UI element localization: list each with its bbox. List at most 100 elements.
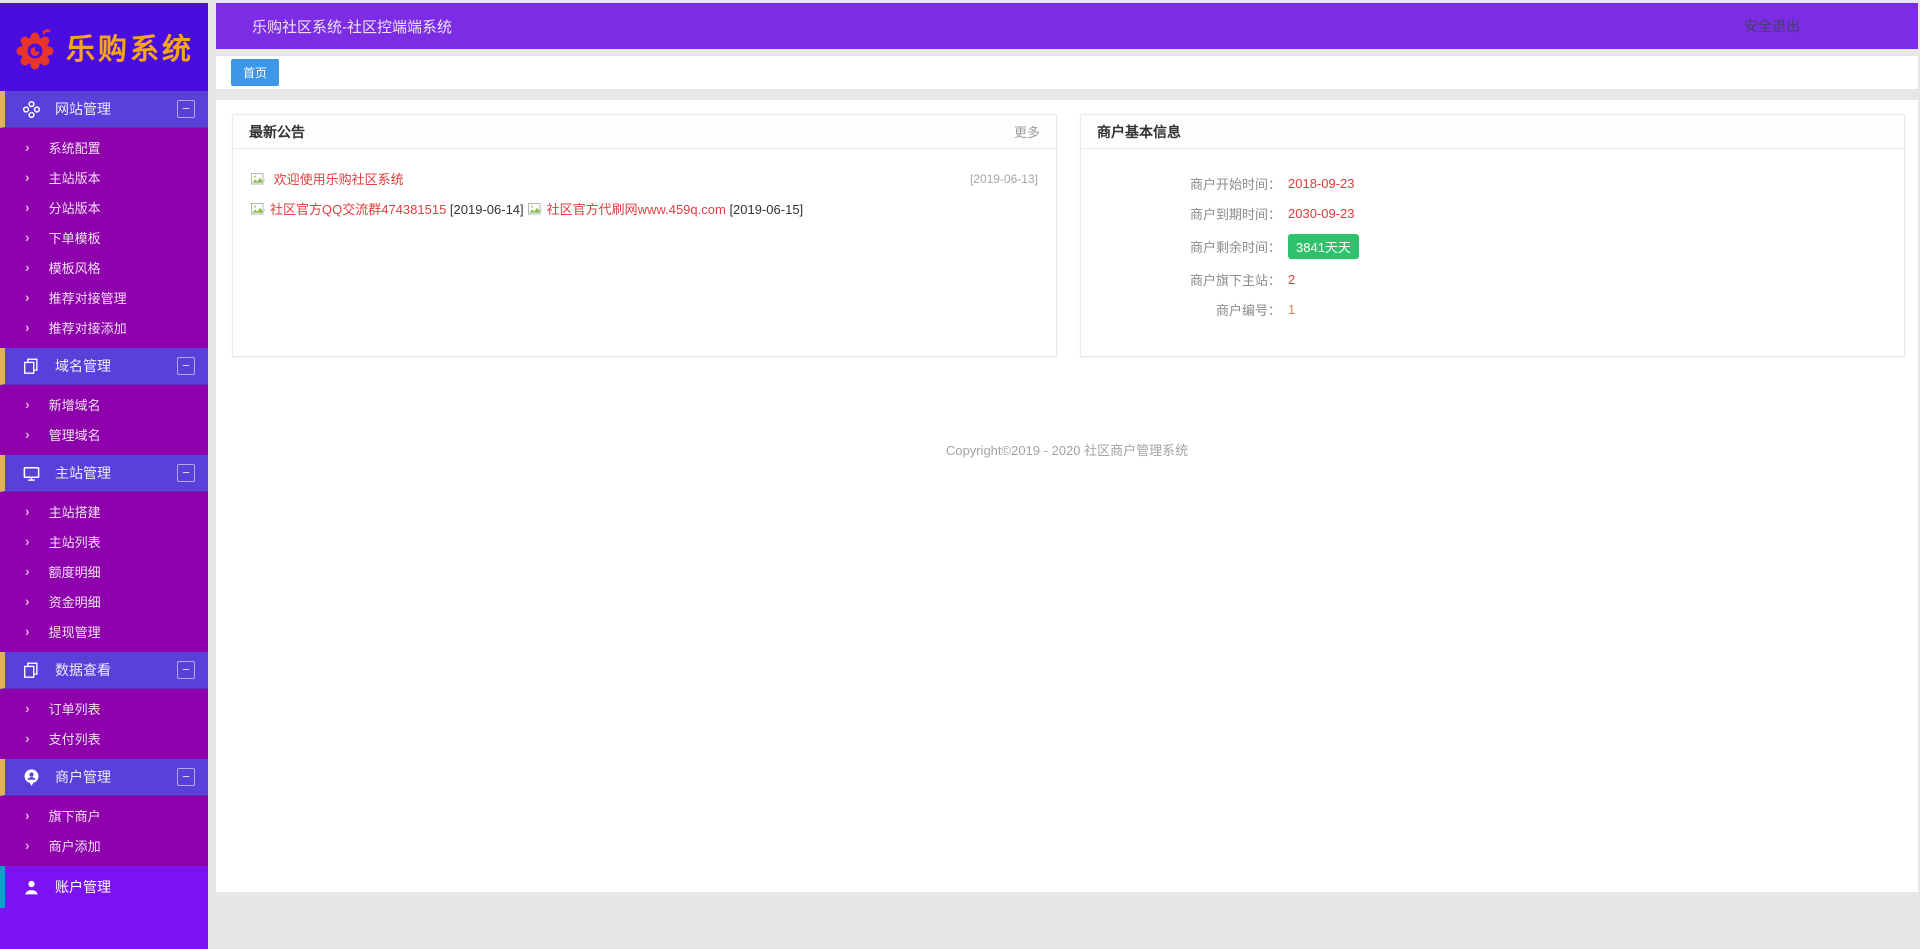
sidebar-item-0-3[interactable]: › 下单模板: [0, 222, 208, 252]
collapse-minus-icon[interactable]: −: [177, 661, 195, 679]
sidebar-item-label: 主站列表: [48, 534, 101, 550]
sidebar-item-label: 支付列表: [48, 731, 101, 747]
monitor-icon: [22, 463, 42, 483]
sidebar-item-2-0[interactable]: › 主站搭建: [0, 496, 208, 526]
person-pin-icon: [22, 767, 42, 787]
chevron-right-icon: ›: [25, 396, 30, 412]
merchant-info-body: 商户开始时间： 2018-09-23 商户到期时间： 2030-09-23 商户剩余时间…: [1081, 149, 1904, 319]
chevron-right-icon: ›: [25, 730, 30, 746]
user-icon: [22, 877, 42, 897]
announcement-link[interactable]: 社区官方QQ交流群474381515: [270, 202, 446, 217]
sidebar-item-3-1[interactable]: › 支付列表: [0, 723, 208, 753]
merchant-info-title: 商户基本信息: [1097, 123, 1181, 140]
sidebar-item-label: 旗下商户: [48, 808, 101, 824]
sidebar-item-2-1[interactable]: › 主站列表: [0, 526, 208, 556]
sidebar-item-1-0[interactable]: › 新增域名: [0, 389, 208, 419]
sidebar: 乐购系统 网站管理 − › 系统配置 › 主站版本 › 分站版本 › 下单模板 › 模板风格 › 推荐对接…: [0, 3, 208, 949]
sidebar-item-1-1[interactable]: › 管理域名: [0, 419, 208, 449]
chevron-right-icon: ›: [25, 623, 30, 639]
merchant-row-label: 商户旗下主站：: [1189, 273, 1281, 288]
sidebar-submenu-1: › 新增域名 › 管理域名: [0, 385, 208, 455]
sidebar-section-header-2[interactable]: 主站管理 −: [0, 455, 208, 492]
logout-button[interactable]: 安全退出: [1744, 16, 1800, 36]
sidebar-item-label: 提现管理: [48, 624, 101, 640]
merchant-row-0: 商户开始时间： 2018-09-23: [1081, 174, 1904, 193]
sidebar-item-4-0[interactable]: › 旗下商户: [0, 800, 208, 830]
sidebar-item-0-6[interactable]: › 推荐对接添加: [0, 312, 208, 342]
sidebar-item-account[interactable]: 账户管理: [0, 866, 208, 908]
sidebar-item-0-2[interactable]: › 分站版本: [0, 192, 208, 222]
chevron-right-icon: ›: [25, 533, 30, 549]
announcements-title: 最新公告: [249, 123, 305, 140]
copyright-text: Copyright©2019 - 2020 社区商户管理系统: [945, 443, 1189, 458]
announcement-link[interactable]: 社区官方代刷网www.459q.com: [547, 202, 726, 217]
sidebar-section-header-1[interactable]: 域名管理 −: [0, 348, 208, 385]
sidebar-section-label: 主站管理: [55, 465, 111, 481]
merchant-row-1: 商户到期时间： 2030-09-23: [1081, 204, 1904, 223]
collapse-minus-icon[interactable]: −: [177, 357, 195, 375]
chevron-right-icon: ›: [25, 593, 30, 609]
sidebar-item-2-3[interactable]: › 资金明细: [0, 586, 208, 616]
sidebar-item-0-5[interactable]: › 推荐对接管理: [0, 282, 208, 312]
sidebar-item-2-2[interactable]: › 额度明细: [0, 556, 208, 586]
chevron-right-icon: ›: [25, 319, 30, 335]
collapse-minus-icon[interactable]: −: [177, 100, 195, 118]
merchant-row-label: 商户到期时间：: [1189, 207, 1281, 222]
sidebar-section-label: 域名管理: [55, 358, 111, 374]
merchant-row-value: 2030-09-23: [1288, 206, 1355, 221]
sidebar-submenu-0: › 系统配置 › 主站版本 › 分站版本 › 下单模板 › 模板风格 › 推荐对接管理 › 推荐对接添加: [0, 128, 208, 348]
chevron-right-icon: ›: [25, 807, 30, 823]
collapse-minus-icon[interactable]: −: [177, 768, 195, 786]
sidebar-item-3-0[interactable]: › 订单列表: [0, 693, 208, 723]
sidebar-item-0-0[interactable]: › 系统配置: [0, 132, 208, 162]
sidebar-submenu-4: › 旗下商户 › 商户添加: [0, 796, 208, 866]
broken-image-icon: [527, 203, 543, 219]
announcement-inline-0: 社区官方QQ交流群474381515 [2019-06-14]: [251, 202, 524, 217]
merchant-row-label: 商户编号：: [1215, 303, 1281, 318]
sidebar-item-4-1[interactable]: › 商户添加: [0, 830, 208, 860]
announcement-date: [2019-06-13]: [969, 172, 1038, 186]
merchant-row-2: 商户剩余时间： 3841天天: [1081, 234, 1904, 259]
sidebar-item-label: 主站版本: [48, 170, 101, 186]
announcement-inline-1: 社区官方代刷网www.459q.com [2019-06-15]: [527, 202, 803, 219]
sidebar-item-0-1[interactable]: › 主站版本: [0, 162, 208, 192]
announcement-row-inline: 社区官方QQ交流群474381515 [2019-06-14] 社区官方代刷网ww…: [251, 199, 1038, 219]
merchant-row-4: 商户编号： 1: [1081, 300, 1904, 319]
sidebar-submenu-3: › 订单列表 › 支付列表: [0, 689, 208, 759]
remaining-days-badge: 3841天天: [1288, 234, 1359, 259]
merchant-row-value: 2: [1288, 272, 1296, 287]
sidebar-item-label: 资金明细: [48, 594, 101, 610]
sidebar-item-label: 账户管理: [55, 879, 111, 895]
collapse-minus-icon[interactable]: −: [177, 464, 195, 482]
brand-text: 乐购系统: [66, 34, 195, 66]
merchant-row-label: 商户剩余时间：: [1189, 240, 1281, 255]
sidebar-item-label: 管理域名: [48, 427, 101, 443]
more-link[interactable]: 更多: [1014, 122, 1040, 141]
tab-home[interactable]: 首页: [231, 59, 280, 86]
merchant-row-value: 2018-09-23: [1288, 176, 1355, 191]
sidebar-item-label: 额度明细: [48, 564, 101, 580]
announcement-link[interactable]: 欢迎使用乐购社区系统: [274, 172, 404, 187]
sidebar-item-label: 订单列表: [48, 701, 101, 717]
sidebar-section-header-0[interactable]: 网站管理 −: [0, 91, 208, 128]
sidebar-item-2-4[interactable]: › 提现管理: [0, 616, 208, 646]
sidebar-item-label: 下单模板: [48, 230, 101, 246]
copy-icon: [22, 660, 42, 680]
sidebar-section-header-3[interactable]: 数据查看 −: [0, 652, 208, 689]
sidebar-item-label: 新增域名: [48, 397, 101, 413]
sidebar-item-label: 模板风格: [48, 260, 101, 276]
sidebar-submenu-2: › 主站搭建 › 主站列表 › 额度明细 › 资金明细 › 提现管理: [0, 492, 208, 652]
announcement-row: 欢迎使用乐购社区系统 [2019-06-13]: [251, 169, 1038, 189]
sidebar-item-label: 系统配置: [48, 140, 101, 156]
merchant-row-3: 商户旗下主站： 2: [1081, 270, 1904, 289]
sidebar-section-header-4[interactable]: 商户管理 −: [0, 759, 208, 796]
sidebar-item-label: 推荐对接添加: [48, 320, 127, 336]
chevron-right-icon: ›: [25, 503, 30, 519]
merchant-row-value: 1: [1288, 302, 1296, 317]
tab-bar: 首页: [216, 56, 1918, 89]
sidebar-item-0-4[interactable]: › 模板风格: [0, 252, 208, 282]
sidebar-item-label: 推荐对接管理: [48, 290, 127, 306]
app-logo: 乐购系统: [0, 3, 208, 91]
chevron-right-icon: ›: [25, 229, 30, 245]
merchant-row-label: 商户开始时间：: [1189, 177, 1281, 192]
